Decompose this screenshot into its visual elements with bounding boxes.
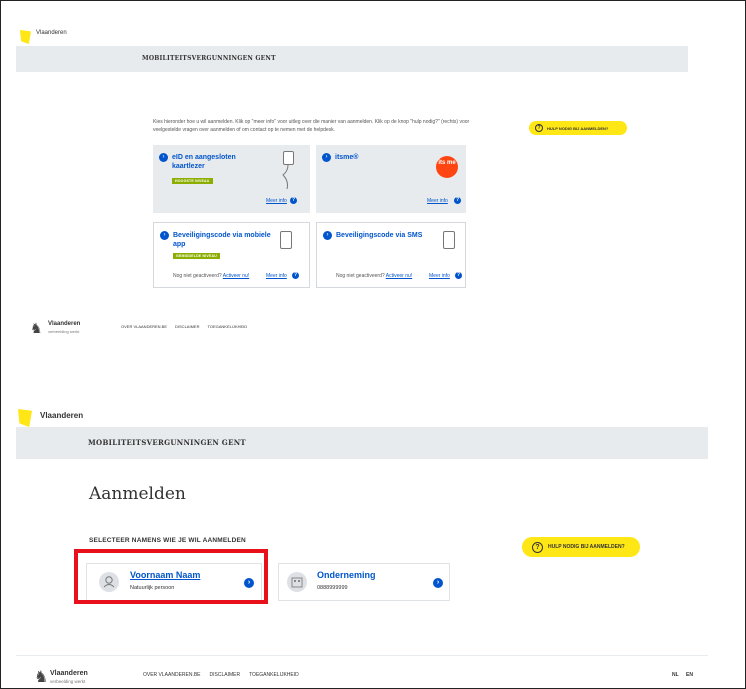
meer-info-link-itsme[interactable]: Meer info [427, 198, 448, 204]
footer-link-over[interactable]: OVER VLAANDEREN.BE [121, 324, 167, 329]
vlaanderen-flag-icon [20, 30, 31, 44]
p1-brand-link[interactable]: Vlaanderen [36, 30, 67, 36]
p1-help-button[interactable]: ? HULP NODIG BIJ AANMELDEN? [529, 121, 627, 135]
footer-link-disclaimer[interactable]: DISCLAIMER [210, 672, 241, 678]
p2-site-header: MOBILITEITSVERGUNNINGEN GENT [16, 427, 708, 459]
method-card-app[interactable]: › Beveiligingscode via mobiele app GEMID… [153, 222, 310, 288]
option-sub-company: 0888999999 [317, 585, 348, 591]
not-activated-label: Nog niet geactiveerd? [336, 273, 385, 279]
card-reader-icon [283, 151, 294, 165]
question-icon[interactable]: ? [455, 272, 462, 279]
p1-top-bar: Vlaanderen [16, 28, 688, 46]
not-activated-text-sms: Nog niet geactiveerd? Activeer nu! [336, 273, 412, 279]
p1-footer-tagline: verbeelding werkt [48, 329, 80, 334]
level-badge-high: HOOGSTE NIVEAU [172, 178, 213, 184]
method-title-app[interactable]: Beveiligingscode via mobiele app [173, 231, 273, 249]
p2-footer-brand: Vlaanderen [50, 670, 88, 677]
lang-en[interactable]: EN [686, 672, 693, 678]
p1-help-label: HULP NODIG BIJ AANMELDEN? [547, 125, 609, 131]
p2-brand-link[interactable]: Vlaanderen [40, 411, 83, 420]
activate-link-app[interactable]: Activeer nu! [223, 273, 249, 279]
meer-info-link-app[interactable]: Meer info [266, 273, 287, 279]
p1-site-header: MOBILITEITSVERGUNNINGEN GENT [16, 46, 688, 72]
option-name-company[interactable]: Onderneming [317, 570, 376, 580]
p2-help-label: HULP NODIG BIJ AANMELDEN? [548, 544, 625, 550]
p1-footer-brand: Vlaanderen [48, 321, 81, 327]
chevron-right-icon: › [323, 231, 332, 240]
chevron-right-icon[interactable]: › [433, 578, 443, 588]
chevron-right-icon: › [160, 231, 169, 240]
level-badge-medium: GEMIDDELDE NIVEAU [173, 253, 220, 259]
itsme-logo: its me [436, 156, 458, 178]
footer-link-disclaimer[interactable]: DISCLAIMER [175, 324, 199, 329]
question-icon: ? [535, 124, 543, 132]
footer-link-over[interactable]: OVER VLAANDEREN.BE [143, 672, 201, 678]
p2-footer-links: OVER VLAANDEREN.BE DISCLAIMER TOEGANKELI… [143, 672, 299, 678]
lang-nl[interactable]: NL [672, 672, 679, 678]
p1-intro-text: Kies hieronder hoe u wil aanmelden. Klik… [153, 119, 470, 133]
p2-footer-divider [16, 655, 708, 656]
method-title-sms[interactable]: Beveiligingscode via SMS [336, 231, 422, 240]
activate-link-sms[interactable]: Activeer nu! [386, 273, 412, 279]
highlight-box [74, 549, 268, 604]
question-icon[interactable]: ? [292, 272, 299, 279]
meer-info-link-eid[interactable]: Meer info [266, 198, 287, 204]
select-on-behalf-label: SELECTEER NAMENS WIE JE WIL AANMELDEN [89, 537, 246, 544]
card-reader-cable-icon [282, 165, 289, 189]
p1-footer: ♞ Vlaanderen verbeelding werkt OVER VLAA… [30, 316, 430, 346]
method-title-itsme[interactable]: itsme® [335, 153, 358, 162]
not-activated-text-app: Nog niet geactiveerd? Activeer nu! [173, 273, 249, 279]
question-icon[interactable]: ? [454, 197, 461, 204]
question-icon[interactable]: ? [290, 197, 297, 204]
vlaanderen-flag-icon [18, 409, 32, 427]
question-icon: ? [532, 541, 543, 553]
method-card-eid[interactable]: › eID en aangesloten kaartlezer HOOGSTE … [153, 145, 310, 213]
p2-top-bar: Vlaanderen [16, 405, 708, 427]
page-title: Aanmelden [89, 484, 186, 504]
method-title-eid[interactable]: eID en aangesloten kaartlezer [172, 153, 257, 171]
footer-link-toegankelijkheid[interactable]: TOEGANKELIJKHEID [207, 324, 247, 329]
lion-logo-icon: ♞ [30, 320, 43, 336]
p2-help-button[interactable]: ? HULP NODIG BIJ AANMELDEN? [522, 537, 640, 557]
p2-footer-tagline: verbeelding werkt [50, 679, 86, 684]
method-card-itsme[interactable]: › itsme® its me Meer info ? [316, 145, 466, 213]
method-card-sms[interactable]: › Beveiligingscode via SMS Nog niet geac… [316, 222, 466, 288]
p2-site-title[interactable]: MOBILITEITSVERGUNNINGEN GENT [88, 438, 246, 447]
option-card-company[interactable]: Onderneming 0888999999 › [278, 563, 450, 601]
building-icon [287, 572, 307, 592]
lion-logo-icon: ♞ [34, 669, 49, 686]
footer-link-toegankelijkheid[interactable]: TOEGANKELIJKHEID [249, 672, 299, 678]
chevron-right-icon: › [159, 153, 168, 162]
p1-footer-links: OVER VLAANDEREN.BE DISCLAIMER TOEGANKELI… [121, 324, 247, 329]
phone-app-icon [280, 231, 292, 249]
not-activated-label: Nog niet geactiveerd? [173, 273, 222, 279]
chevron-right-icon: › [322, 153, 331, 162]
meer-info-link-sms[interactable]: Meer info [429, 273, 450, 279]
phone-sms-icon [443, 231, 455, 249]
p1-site-title[interactable]: MOBILITEITSVERGUNNINGEN GENT [142, 55, 276, 62]
